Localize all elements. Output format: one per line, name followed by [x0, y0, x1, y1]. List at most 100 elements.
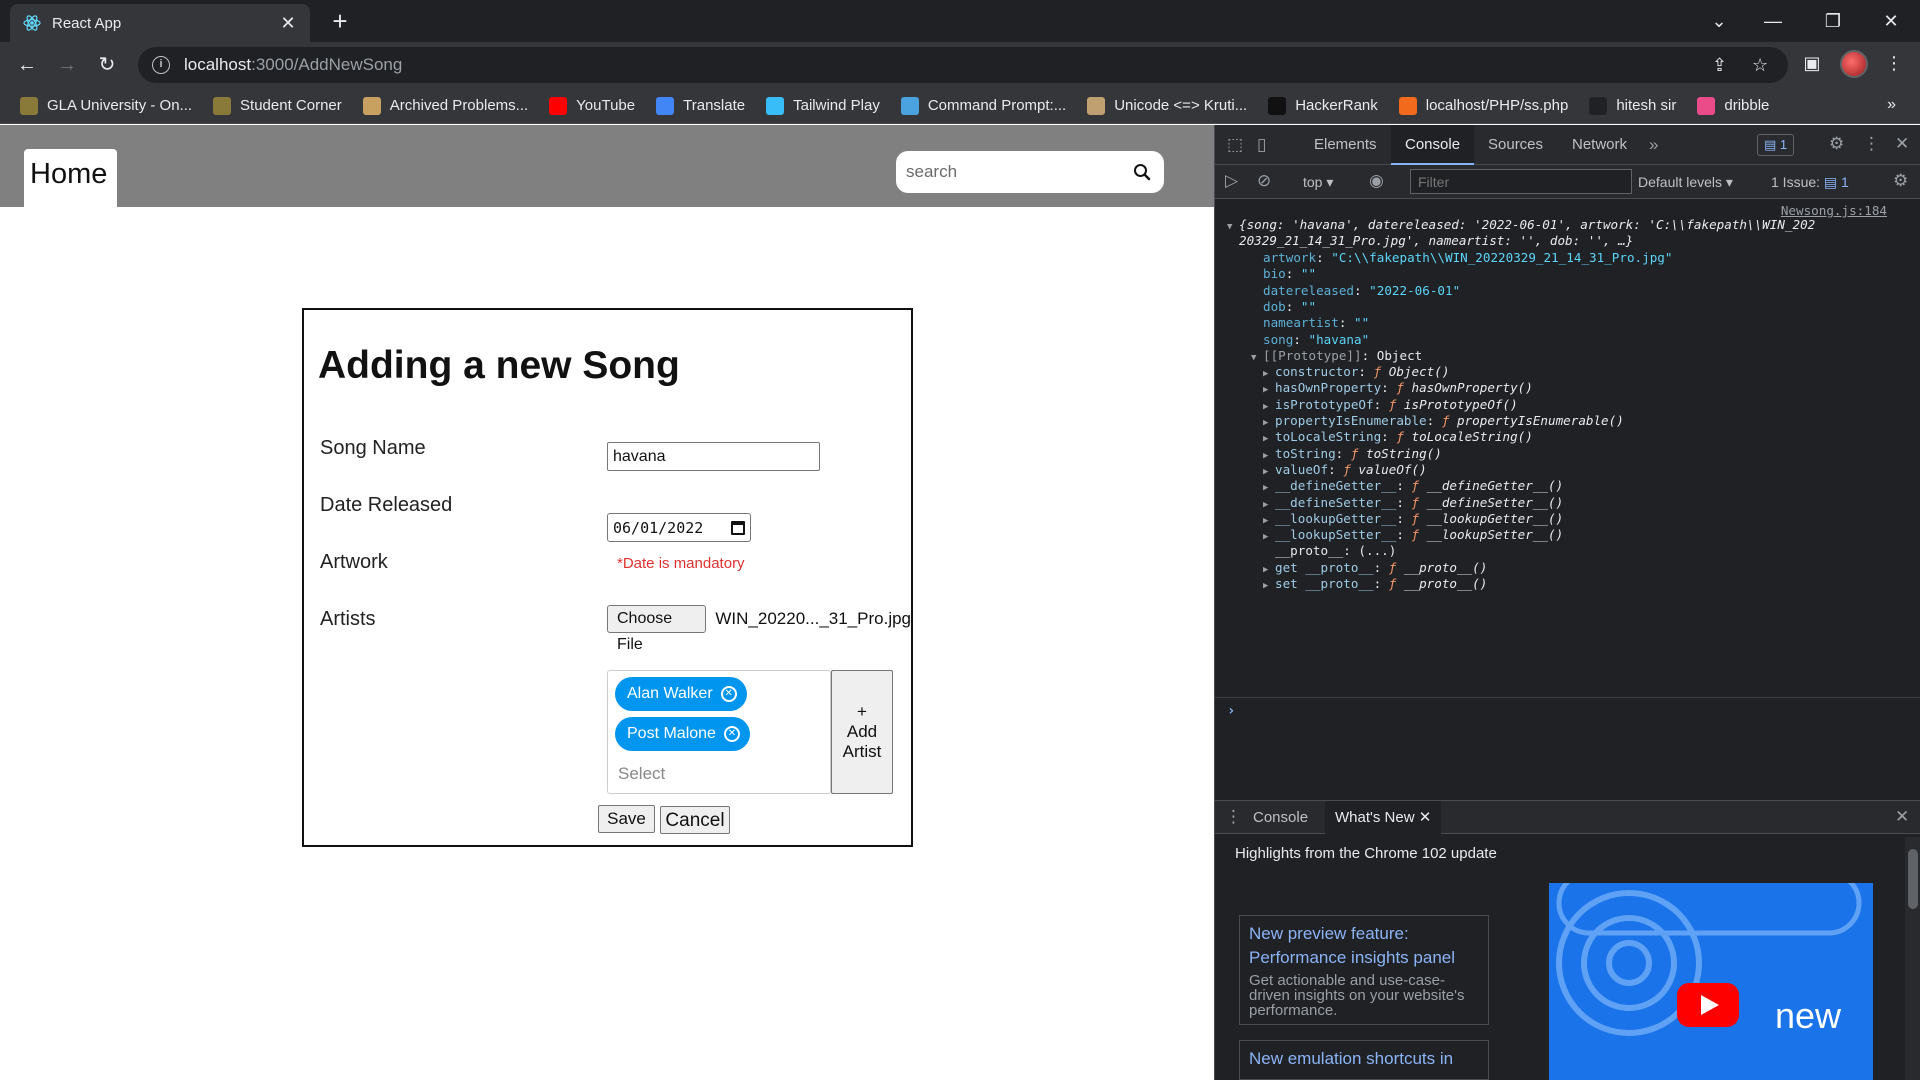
device-toolbar-icon[interactable]: ▯	[1257, 135, 1266, 155]
bookmark-item[interactable]: Archived Problems...	[362, 96, 528, 115]
browser-tab[interactable]: React App ✕	[10, 4, 310, 42]
console-filter-input[interactable]	[1410, 169, 1632, 194]
tab-console[interactable]: Console	[1391, 125, 1475, 165]
console-prop-row[interactable]: song: "havana"	[1263, 332, 1369, 348]
close-whats-new-icon[interactable]: ✕	[1419, 809, 1432, 826]
devtools-menu-icon[interactable]: ⋮	[1863, 134, 1880, 154]
remove-chip-icon[interactable]: ✕	[720, 686, 737, 702]
select-placeholder[interactable]: Select	[618, 764, 665, 784]
inspect-element-icon[interactable]: ⬚	[1227, 135, 1243, 155]
bookmark-item[interactable]: dribble	[1697, 96, 1769, 115]
issues-button[interactable]: 1 Issue: ▤ 1	[1771, 174, 1849, 191]
prop-colon: :	[1293, 332, 1309, 347]
bookmark-item[interactable]: Command Prompt:...	[900, 96, 1066, 115]
card-link[interactable]: New emulation shortcuts in	[1249, 1047, 1479, 1071]
address-bar[interactable]: i localhost:3000/AddNewSong ⇪ ☆	[138, 47, 1788, 83]
drawer-close-icon[interactable]: ✕	[1895, 807, 1909, 827]
console-prop-row[interactable]: dob: ""	[1263, 299, 1316, 315]
messages-badge[interactable]: ▤ 1	[1757, 134, 1795, 156]
add-artist-button[interactable]: + Add Artist	[831, 670, 893, 794]
tab-search-icon[interactable]: ⌄	[1704, 6, 1734, 36]
console-proto-member-row[interactable]: ▶ toLocaleString: ƒ toLocaleString()	[1263, 429, 1533, 447]
forward-icon[interactable]: →	[52, 50, 82, 80]
side-panel-icon[interactable]: ▣	[1800, 53, 1824, 74]
bookmark-item[interactable]: localhost/PHP/ss.php	[1398, 96, 1568, 115]
whats-new-video[interactable]: new	[1549, 883, 1873, 1080]
drawer-tab-console[interactable]: Console	[1243, 801, 1318, 834]
console-prompt[interactable]: ›	[1215, 697, 1920, 719]
expand-triangle-icon[interactable]: ▶	[1263, 480, 1275, 496]
expand-triangle-icon[interactable]: ▼	[1251, 350, 1263, 366]
reload-icon[interactable]: ↻	[92, 50, 122, 80]
clear-console-icon[interactable]: ⊘	[1257, 171, 1271, 191]
tab-network[interactable]: Network	[1558, 125, 1641, 165]
expand-triangle-icon[interactable]: ▶	[1263, 578, 1275, 594]
bookmark-item[interactable]: Translate	[656, 96, 745, 115]
song-name-input[interactable]	[607, 442, 820, 471]
sidebar-toggle-icon[interactable]: ▷	[1225, 171, 1238, 191]
profile-avatar[interactable]	[1840, 50, 1868, 78]
artists-multiselect[interactable]: Alan Walker ✕ Post Malone ✕ Select	[607, 670, 831, 794]
remove-chip-icon[interactable]: ✕	[723, 726, 740, 742]
bookmark-item[interactable]: HackerRank	[1268, 96, 1378, 115]
console-source-link[interactable]: Newsong.js:184	[1781, 203, 1887, 218]
share-icon[interactable]: ⇪	[1712, 55, 1727, 76]
save-button[interactable]: Save	[598, 805, 655, 833]
choose-file-button[interactable]: Choose File	[607, 605, 707, 653]
new-tab-button[interactable]: +	[326, 8, 354, 36]
prop-key: song	[1263, 332, 1294, 347]
minimize-icon[interactable]: —	[1758, 6, 1788, 36]
console-proto-accessor-row[interactable]: __proto__: (...)	[1275, 543, 1396, 559]
console-prop-row[interactable]: artwork: "C:\\fakepath\\WIN_20220329_21_…	[1263, 250, 1672, 266]
console-proto-member-row[interactable]: ▶ hasOwnProperty: ƒ hasOwnProperty()	[1263, 380, 1533, 398]
bookmark-star-icon[interactable]: ☆	[1752, 55, 1768, 76]
cancel-button[interactable]: Cancel	[660, 806, 730, 834]
console-prop-row[interactable]: datereleased: "2022-06-01"	[1263, 283, 1460, 299]
search-button[interactable]	[1130, 160, 1154, 184]
bookmark-item[interactable]: GLA University - On...	[20, 96, 192, 115]
function-icon: ƒ	[1388, 560, 1404, 575]
restore-icon[interactable]: ❐	[1818, 6, 1848, 36]
site-info-icon[interactable]: i	[152, 56, 170, 74]
whats-new-card[interactable]: New preview feature: Performance insight…	[1239, 915, 1489, 1025]
expand-triangle-icon[interactable]: ▶	[1263, 431, 1275, 447]
settings-icon[interactable]: ⚙	[1829, 134, 1844, 154]
drawer-tab-whats-new[interactable]: What's New ✕	[1325, 801, 1442, 834]
bookmark-item[interactable]: YouTube	[549, 96, 635, 115]
console-settings-icon[interactable]: ⚙	[1893, 171, 1908, 191]
more-tabs-icon[interactable]: »	[1649, 135, 1658, 155]
tab-elements[interactable]: Elements	[1300, 125, 1391, 165]
console-prop-row[interactable]: nameartist: ""	[1263, 315, 1369, 331]
home-link[interactable]: Home	[24, 149, 117, 207]
date-released-input[interactable]: 06/01/2022	[607, 513, 751, 542]
bookmark-item[interactable]: Tailwind Play	[766, 96, 880, 115]
bookmark-item[interactable]: Unicode <=> Kruti...	[1087, 96, 1247, 115]
tab-sources[interactable]: Sources	[1474, 125, 1557, 165]
menu-icon[interactable]: ⋮	[1882, 53, 1906, 74]
window-close-icon[interactable]: ✕	[1876, 6, 1906, 36]
drawer-menu-icon[interactable]: ⋮	[1225, 807, 1242, 827]
search-input[interactable]	[906, 162, 1130, 182]
console-prop-row[interactable]: bio: ""	[1263, 266, 1316, 282]
context-selector[interactable]: top ▾	[1303, 174, 1333, 191]
live-expression-eye-icon[interactable]: ◉	[1369, 171, 1384, 191]
console-proto-member-row[interactable]: ▶ __defineGetter__: ƒ __defineGetter__()	[1263, 478, 1563, 496]
expand-triangle-icon[interactable]: ▼	[1227, 219, 1239, 235]
tab-close-icon[interactable]: ✕	[278, 13, 298, 34]
youtube-play-icon[interactable]	[1677, 983, 1739, 1027]
whats-new-card[interactable]: New emulation shortcuts in	[1239, 1040, 1489, 1080]
member-key: set __proto__	[1275, 576, 1374, 591]
bookmark-item[interactable]: Student Corner	[213, 96, 342, 115]
log-levels-dropdown[interactable]: Default levels ▾	[1638, 174, 1733, 191]
devtools-close-icon[interactable]: ✕	[1895, 134, 1909, 154]
calendar-icon[interactable]	[731, 520, 745, 535]
bookmark-item[interactable]: hitesh sir	[1589, 96, 1676, 115]
expand-triangle-icon[interactable]: ▶	[1263, 382, 1275, 398]
expand-triangle-icon[interactable]: ▶	[1263, 529, 1275, 545]
drawer-tabbar: ⋮ Console What's New ✕ ✕	[1215, 800, 1920, 834]
console-setter-row[interactable]: ▶ set __proto__: ƒ __proto__()	[1263, 576, 1487, 594]
back-icon[interactable]: ←	[12, 50, 42, 80]
drawer-scrollbar-thumb[interactable]	[1908, 849, 1918, 909]
card-link[interactable]: Performance insights panel	[1249, 946, 1479, 970]
bookmarks-overflow-icon[interactable]: »	[1887, 96, 1896, 114]
